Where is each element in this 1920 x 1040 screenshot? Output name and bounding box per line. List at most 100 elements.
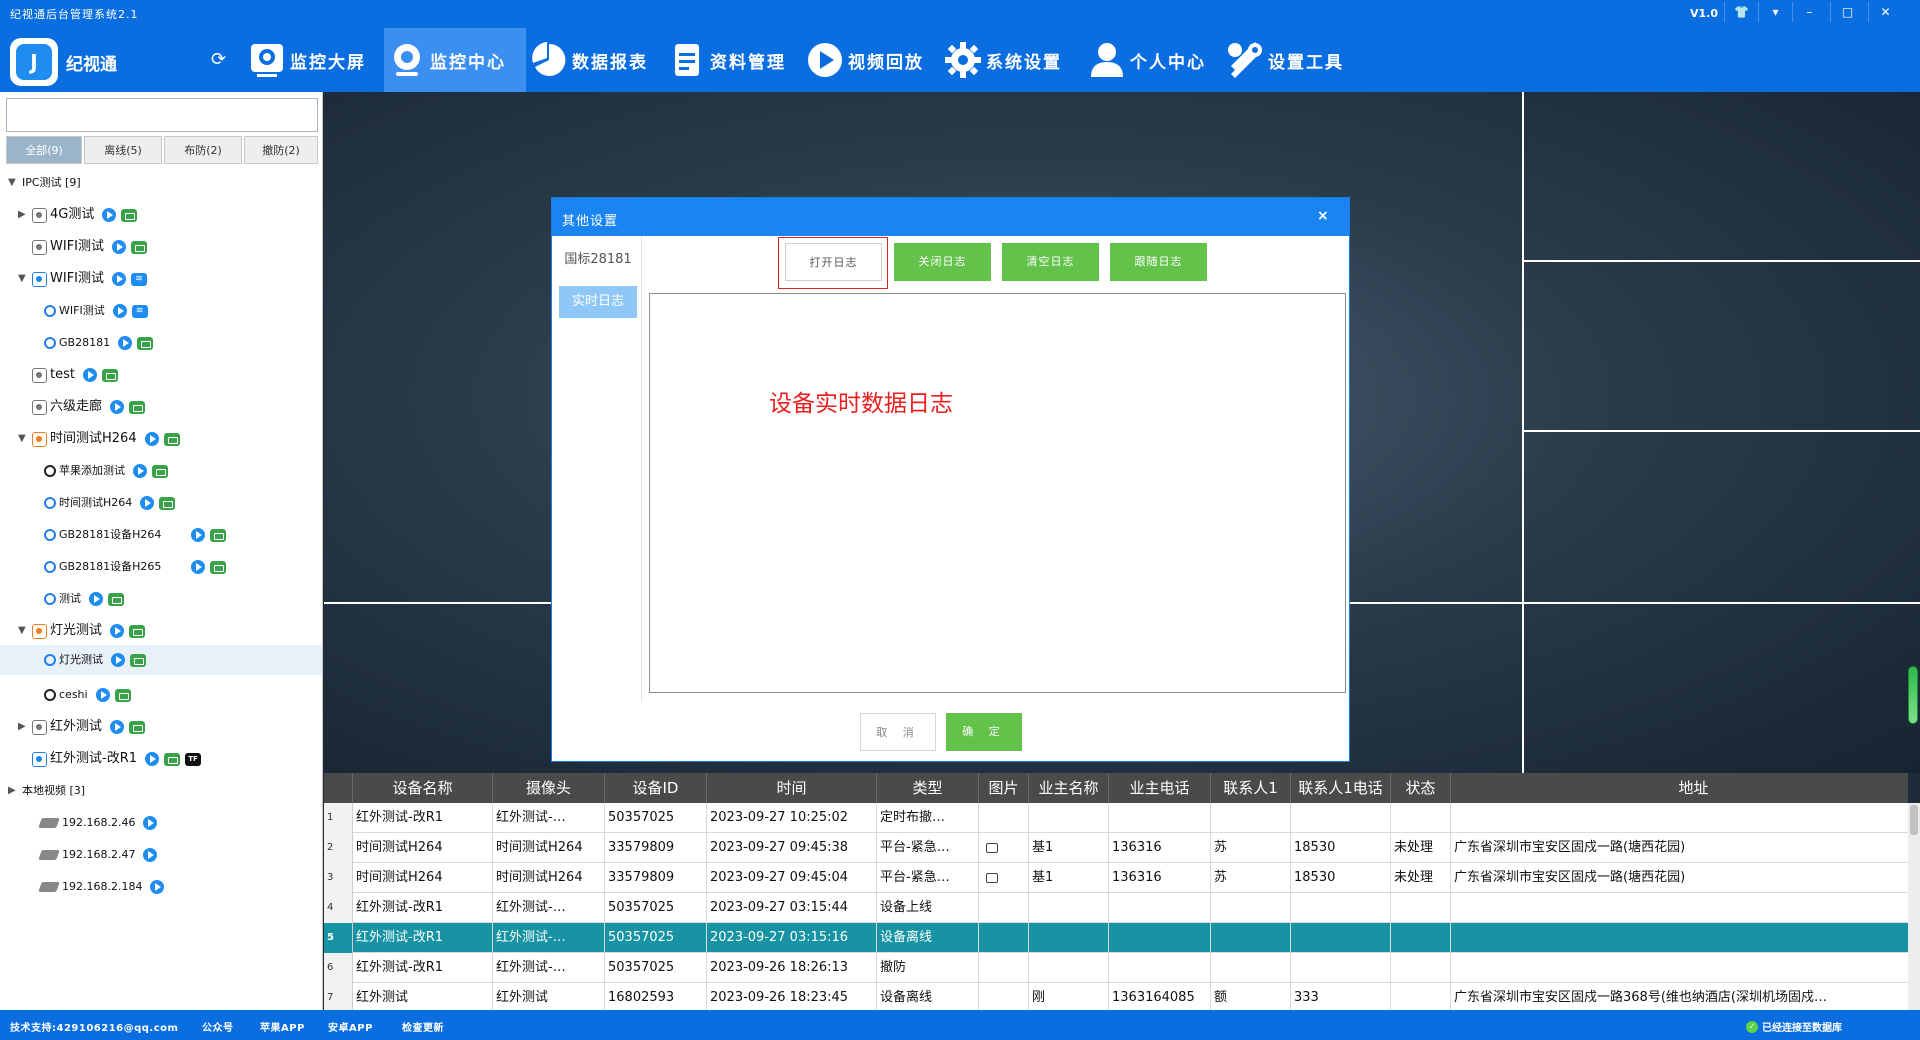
play-icon[interactable] — [82, 368, 97, 382]
play-icon[interactable] — [110, 624, 125, 638]
column-header[interactable]: 时间 — [707, 773, 877, 803]
column-header[interactable]: 联系人1电话 — [1291, 773, 1391, 803]
nav-item-reports[interactable]: 数据报表 — [526, 28, 664, 92]
tree-item[interactable]: 测试 — [44, 584, 124, 614]
filter-tab-disarmed[interactable]: 撤防(2) — [244, 136, 318, 164]
filter-tab-all[interactable]: 全部(9) — [6, 136, 82, 164]
caret-right-icon[interactable]: ▶ — [18, 712, 28, 742]
table-row[interactable]: 5 红外测试-改R1 红外测试-… 50357025 2023-09-27 03:15:… — [324, 923, 1908, 953]
clear-log-button[interactable]: 清空日志 — [1002, 243, 1099, 281]
play-icon[interactable] — [112, 304, 127, 318]
play-icon[interactable] — [110, 720, 125, 734]
nav-item-tools[interactable]: 设置工具 — [1222, 28, 1362, 92]
dropdown-icon[interactable]: ▾ — [1758, 2, 1792, 22]
tree-item[interactable]: ▼ WIFI测试 ≋ — [18, 264, 147, 294]
device-search-input[interactable] — [6, 98, 318, 132]
column-header[interactable]: 类型 — [877, 773, 979, 803]
tree-item[interactable]: GB28181设备H264 — [44, 520, 227, 550]
tree-item[interactable]: 六级走廊 — [32, 392, 146, 422]
play-icon[interactable] — [150, 880, 165, 894]
column-header[interactable]: 摄像头 — [493, 773, 605, 803]
play-icon[interactable] — [110, 400, 125, 414]
tab-gb28181[interactable]: 国标28181 — [559, 244, 637, 276]
tree-item[interactable]: 红外测试-改R1 TF — [32, 744, 201, 774]
column-header[interactable]: 状态 — [1391, 773, 1451, 803]
play-icon[interactable] — [133, 464, 147, 478]
maximize-button[interactable]: □ — [1830, 2, 1864, 22]
apple-app-link[interactable]: 苹果APP — [260, 1019, 305, 1034]
tree-item[interactable]: ▶ 4G测试 — [18, 200, 138, 230]
play-icon[interactable] — [95, 688, 110, 702]
open-log-button[interactable]: 打开日志 — [785, 243, 882, 281]
tree-group-ipc[interactable]: ▼ IPC测试 [9] — [8, 168, 81, 198]
play-icon[interactable] — [112, 272, 126, 286]
table-row[interactable]: 2 时间测试H264 时间测试H264 33579809 2023-09-27 09:4… — [324, 833, 1908, 863]
caret-right-icon[interactable]: ▶ — [8, 776, 18, 806]
tree-item[interactable]: WIFI测试 — [32, 232, 147, 262]
nav-item-monitor-center[interactable]: 监控中心 — [384, 28, 526, 92]
close-button[interactable]: ✕ — [1868, 2, 1902, 22]
play-icon[interactable] — [112, 240, 126, 254]
caret-down-icon[interactable]: ▼ — [18, 424, 28, 454]
filter-tab-offline[interactable]: 离线(5) — [84, 136, 162, 164]
column-header[interactable]: 业主名称 — [1029, 773, 1109, 803]
tree-item-selected[interactable]: 灯光测试 — [0, 645, 322, 675]
volume-slider[interactable] — [1908, 666, 1918, 724]
tree-item[interactable]: GB28181 — [44, 328, 154, 358]
ok-button[interactable]: 确 定 — [946, 713, 1022, 751]
follow-log-button[interactable]: 跟随日志 — [1110, 243, 1207, 281]
caret-down-icon[interactable]: ▼ — [18, 616, 28, 646]
play-icon[interactable] — [140, 496, 155, 510]
image-icon[interactable] — [986, 843, 998, 853]
tree-item[interactable]: 时间测试H264 — [44, 488, 176, 518]
tree-item[interactable]: ceshi — [44, 680, 131, 710]
close-icon[interactable]: × — [1317, 208, 1329, 224]
tree-item[interactable]: ▼ 时间测试H264 — [18, 424, 180, 454]
caret-down-icon[interactable]: ▼ — [8, 168, 18, 198]
column-header[interactable]: 业主电话 — [1109, 773, 1211, 803]
play-icon[interactable] — [191, 528, 206, 542]
tab-realtime-log[interactable]: 实时日志 — [559, 286, 637, 318]
play-icon[interactable] — [118, 336, 133, 350]
image-icon[interactable] — [986, 873, 998, 883]
android-app-link[interactable]: 安卓APP — [328, 1019, 373, 1034]
table-row[interactable]: 3 时间测试H264 时间测试H264 33579809 2023-09-27 09:4… — [324, 863, 1908, 893]
play-icon[interactable] — [102, 208, 117, 222]
tree-item[interactable]: test — [32, 360, 118, 390]
tree-item[interactable]: ▼ 灯光测试 — [18, 616, 146, 646]
play-icon[interactable] — [144, 432, 159, 446]
column-header[interactable]: 联系人1 — [1211, 773, 1291, 803]
table-scrollbar[interactable] — [1908, 803, 1920, 1010]
minimize-button[interactable]: – — [1792, 2, 1826, 22]
skin-icon[interactable]: 👕 — [1724, 2, 1758, 22]
log-textarea[interactable]: 设备实时数据日志 — [649, 293, 1346, 693]
nav-item-data-management[interactable]: 资料管理 — [664, 28, 802, 92]
column-header[interactable]: 图片 — [979, 773, 1029, 803]
nav-item-personal-center[interactable]: 个人中心 — [1084, 28, 1222, 92]
close-log-button[interactable]: 关闭日志 — [894, 243, 991, 281]
nav-item-playback[interactable]: 视频回放 — [802, 28, 940, 92]
play-icon[interactable] — [111, 653, 125, 667]
nav-item-system-settings[interactable]: 系统设置 — [940, 28, 1078, 92]
nav-item-monitor-wall[interactable]: 监控大屏 — [244, 28, 372, 92]
caret-down-icon[interactable]: ▼ — [18, 264, 28, 294]
table-row[interactable]: 6 红外测试-改R1 红外测试-… 50357025 2023-09-26 18:26:… — [324, 953, 1908, 983]
refresh-icon[interactable]: ⟳ — [211, 49, 226, 70]
filter-tab-armed[interactable]: 布防(2) — [164, 136, 242, 164]
tree-item[interactable]: GB28181设备H265 — [44, 552, 227, 582]
tree-item[interactable]: 苹果添加测试 — [44, 456, 168, 486]
play-icon[interactable] — [143, 848, 158, 862]
tree-item[interactable]: 192.168.2.46 — [38, 808, 158, 838]
table-row[interactable]: 7 红外测试 红外测试 16802593 2023-09-26 18:23:45 设备离线… — [324, 983, 1908, 1010]
scrollbar-thumb[interactable] — [1910, 805, 1918, 835]
column-header[interactable]: 设备ID — [605, 773, 707, 803]
wechat-link[interactable]: 公众号 — [202, 1019, 234, 1034]
tree-item[interactable]: ▶ 红外测试 — [18, 712, 146, 742]
play-icon[interactable] — [191, 560, 206, 574]
column-header[interactable]: 地址 — [1451, 773, 1908, 803]
column-header[interactable]: 设备名称 — [353, 773, 493, 803]
play-icon[interactable] — [89, 592, 103, 606]
tree-group-local-video[interactable]: ▶ 本地视频 [3] — [8, 776, 85, 806]
play-icon[interactable] — [143, 816, 158, 830]
tree-item[interactable]: 192.168.2.184 — [38, 872, 165, 902]
